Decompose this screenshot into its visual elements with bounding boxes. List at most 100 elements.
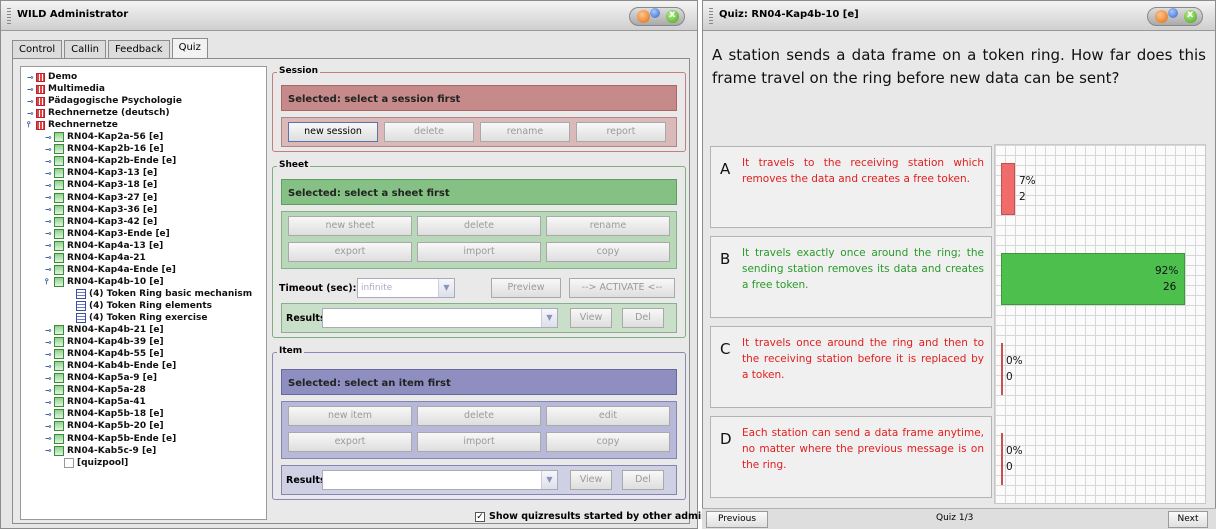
tree-node[interactable]: ⊸ RN04-Kap4a-13 [e]: [45, 240, 163, 252]
collapsed-toggle-icon[interactable]: ⊸: [45, 350, 54, 359]
chevron-down-icon[interactable]: ▼: [541, 309, 557, 327]
tree-node[interactable]: ⊸ RN04-Kap5b-18 [e]: [45, 408, 164, 420]
collapsed-toggle-icon[interactable]: ⊸: [45, 434, 54, 443]
collapsed-toggle-icon[interactable]: ⊸: [45, 205, 54, 214]
tree-node[interactable]: ⊸ Demo: [27, 71, 77, 83]
tree-node[interactable]: ⊸ RN04-Kap2b-Ende [e]: [45, 155, 176, 167]
collapsed-toggle-icon[interactable]: ⊸: [45, 133, 54, 142]
item-export-button[interactable]: export: [288, 432, 412, 452]
preview-button[interactable]: Preview: [491, 278, 561, 298]
collapsed-toggle-icon[interactable]: ⊸: [45, 326, 54, 335]
tree-node[interactable]: ⊸ RN04-Kap5b-20 [e]: [45, 420, 164, 432]
collapsed-toggle-icon[interactable]: ⊸: [27, 97, 36, 106]
collapsed-toggle-icon[interactable]: ⊸: [45, 253, 54, 262]
tree-node[interactable]: ⊸ RN04-Kab4b-Ende [e]: [45, 360, 176, 372]
collapsed-toggle-icon[interactable]: ⊸: [45, 422, 54, 431]
collapsed-toggle-icon[interactable]: ⊸: [27, 85, 36, 94]
collapsed-toggle-icon[interactable]: ⊸: [27, 109, 36, 118]
close-icon[interactable]: [666, 9, 679, 23]
expanded-toggle-icon[interactable]: ⫯: [27, 120, 36, 130]
collapsed-toggle-icon[interactable]: ⊸: [45, 265, 54, 274]
sheet-copy-button[interactable]: copy: [546, 242, 670, 262]
session-delete-button[interactable]: delete: [384, 122, 474, 142]
collapsed-toggle-icon[interactable]: ⊸: [45, 217, 54, 226]
tree-node[interactable]: ⊸ RN04-Kap3-27 [e]: [45, 192, 157, 204]
tree-node[interactable]: ⊸ RN04-Kab5c-9 [e]: [45, 445, 156, 457]
sheet-del-button[interactable]: Del: [622, 308, 664, 328]
tree-node[interactable]: ⊸ RN04-Kap3-18 [e]: [45, 179, 157, 191]
session-rename-button[interactable]: rename: [480, 122, 570, 142]
drag-grip-icon[interactable]: [7, 8, 11, 24]
collapsed-toggle-icon[interactable]: ⊸: [45, 362, 54, 371]
collapsed-toggle-icon[interactable]: ⊸: [45, 145, 54, 154]
collapsed-toggle-icon[interactable]: ⊸: [45, 446, 54, 455]
tree-node[interactable]: ⊸ Pädagogische Psychologie: [27, 95, 182, 107]
tree-node[interactable]: (4) Token Ring basic mechanism: [67, 288, 252, 300]
sheet-delete-button[interactable]: delete: [417, 216, 541, 236]
tree-node[interactable]: ⫯ RN04-Kap4b-10 [e]: [45, 276, 164, 288]
session-report-button[interactable]: report: [576, 122, 666, 142]
new-item-button[interactable]: new item: [288, 406, 412, 426]
tree-node[interactable]: ⊸ RN04-Kap4b-21 [e]: [45, 324, 164, 336]
tree-node[interactable]: ⊸ RN04-Kap3-36 [e]: [45, 204, 157, 216]
collapsed-toggle-icon[interactable]: ⊸: [45, 410, 54, 419]
sheet-results-select[interactable]: ▼: [322, 308, 558, 328]
tree-node[interactable]: ⊸ RN04-Kap4a-21: [45, 252, 146, 264]
collapsed-toggle-icon[interactable]: ⊸: [45, 386, 54, 395]
close-icon[interactable]: [1184, 9, 1197, 23]
collapsed-toggle-icon[interactable]: ⊸: [45, 169, 54, 178]
tab-control[interactable]: Control: [12, 40, 63, 58]
collapsed-toggle-icon[interactable]: ⊸: [45, 181, 54, 190]
collapsed-toggle-icon[interactable]: ⊸: [27, 73, 36, 82]
collapsed-toggle-icon[interactable]: ⊸: [45, 398, 54, 407]
tree-node[interactable]: ⊸ RN04-Kap3-42 [e]: [45, 216, 157, 228]
minimize-icon[interactable]: [637, 10, 650, 23]
collapsed-toggle-icon[interactable]: ⊸: [45, 374, 54, 383]
tree-node[interactable]: ⊸ RN04-Kap4b-39 [e]: [45, 336, 164, 348]
tree-node[interactable]: ⊸ Multimedia: [27, 83, 105, 95]
minimize-icon[interactable]: [1155, 10, 1168, 23]
collapsed-toggle-icon[interactable]: ⊸: [45, 338, 54, 347]
drag-grip-icon[interactable]: [709, 8, 713, 24]
tree-node[interactable]: ⊸ RN04-Kap4a-Ende [e]: [45, 264, 176, 276]
tree-node[interactable]: ⊸ RN04-Kap3-Ende [e]: [45, 228, 170, 240]
tree-node[interactable]: ⊸ RN04-Kap5b-Ende [e]: [45, 433, 176, 445]
new-sheet-button[interactable]: new sheet: [288, 216, 412, 236]
new-session-button[interactable]: new session: [288, 122, 378, 142]
activate-button[interactable]: --> ACTIVATE <--: [569, 278, 675, 298]
course-tree[interactable]: ⊸ Demo ⊸ Multimedia ⊸ Pädagogische Psychologi…: [20, 66, 267, 520]
tree-node[interactable]: ⊸ RN04-Kap3-13 [e]: [45, 167, 157, 179]
timeout-select[interactable]: infinite ▼: [357, 278, 455, 298]
tab-quiz[interactable]: Quiz: [171, 38, 208, 58]
previous-button[interactable]: Previous: [706, 511, 768, 528]
expanded-toggle-icon[interactable]: ⫯: [45, 277, 54, 287]
quiz-titlebar[interactable]: Quiz: RN04-Kap4b-10 [e]: [703, 1, 1215, 31]
item-delete-button[interactable]: delete: [417, 406, 541, 426]
collapsed-toggle-icon[interactable]: ⊸: [45, 229, 54, 238]
item-edit-button[interactable]: edit: [546, 406, 670, 426]
item-del-button[interactable]: Del: [622, 470, 664, 490]
tree-node[interactable]: ⊸ RN04-Kap5a-9 [e]: [45, 372, 157, 384]
tab-callin[interactable]: Callin: [64, 40, 106, 58]
sheet-view-button[interactable]: View: [570, 308, 612, 328]
sheet-rename-button[interactable]: rename: [546, 216, 670, 236]
tree-node[interactable]: ⊸ RN04-Kap5a-41: [45, 396, 146, 408]
sheet-import-button[interactable]: import: [417, 242, 541, 262]
chevron-down-icon[interactable]: ▼: [438, 279, 454, 297]
tree-node[interactable]: [quizpool]: [55, 457, 128, 469]
tree-node[interactable]: ⊸ RN04-Kap2a-56 [e]: [45, 131, 163, 143]
show-results-checkbox[interactable]: ✓: [475, 512, 485, 522]
tree-node[interactable]: ⊸ RN04-Kap2b-16 [e]: [45, 143, 164, 155]
chevron-down-icon[interactable]: ▼: [541, 471, 557, 489]
item-view-button[interactable]: View: [570, 470, 612, 490]
next-button[interactable]: Next: [1168, 511, 1208, 528]
collapsed-toggle-icon[interactable]: ⊸: [45, 157, 54, 166]
tree-node[interactable]: ⊸ RN04-Kap4b-55 [e]: [45, 348, 164, 360]
tree-node[interactable]: ⫯ Rechnernetze: [27, 119, 118, 131]
info-icon[interactable]: [650, 8, 660, 18]
tree-node[interactable]: ⊸ Rechnernetze (deutsch): [27, 107, 170, 119]
info-icon[interactable]: [1168, 8, 1178, 18]
tab-feedback[interactable]: Feedback: [107, 40, 170, 58]
collapsed-toggle-icon[interactable]: ⊸: [45, 241, 54, 250]
tree-node[interactable]: ⊸ RN04-Kap5a-28: [45, 384, 146, 396]
